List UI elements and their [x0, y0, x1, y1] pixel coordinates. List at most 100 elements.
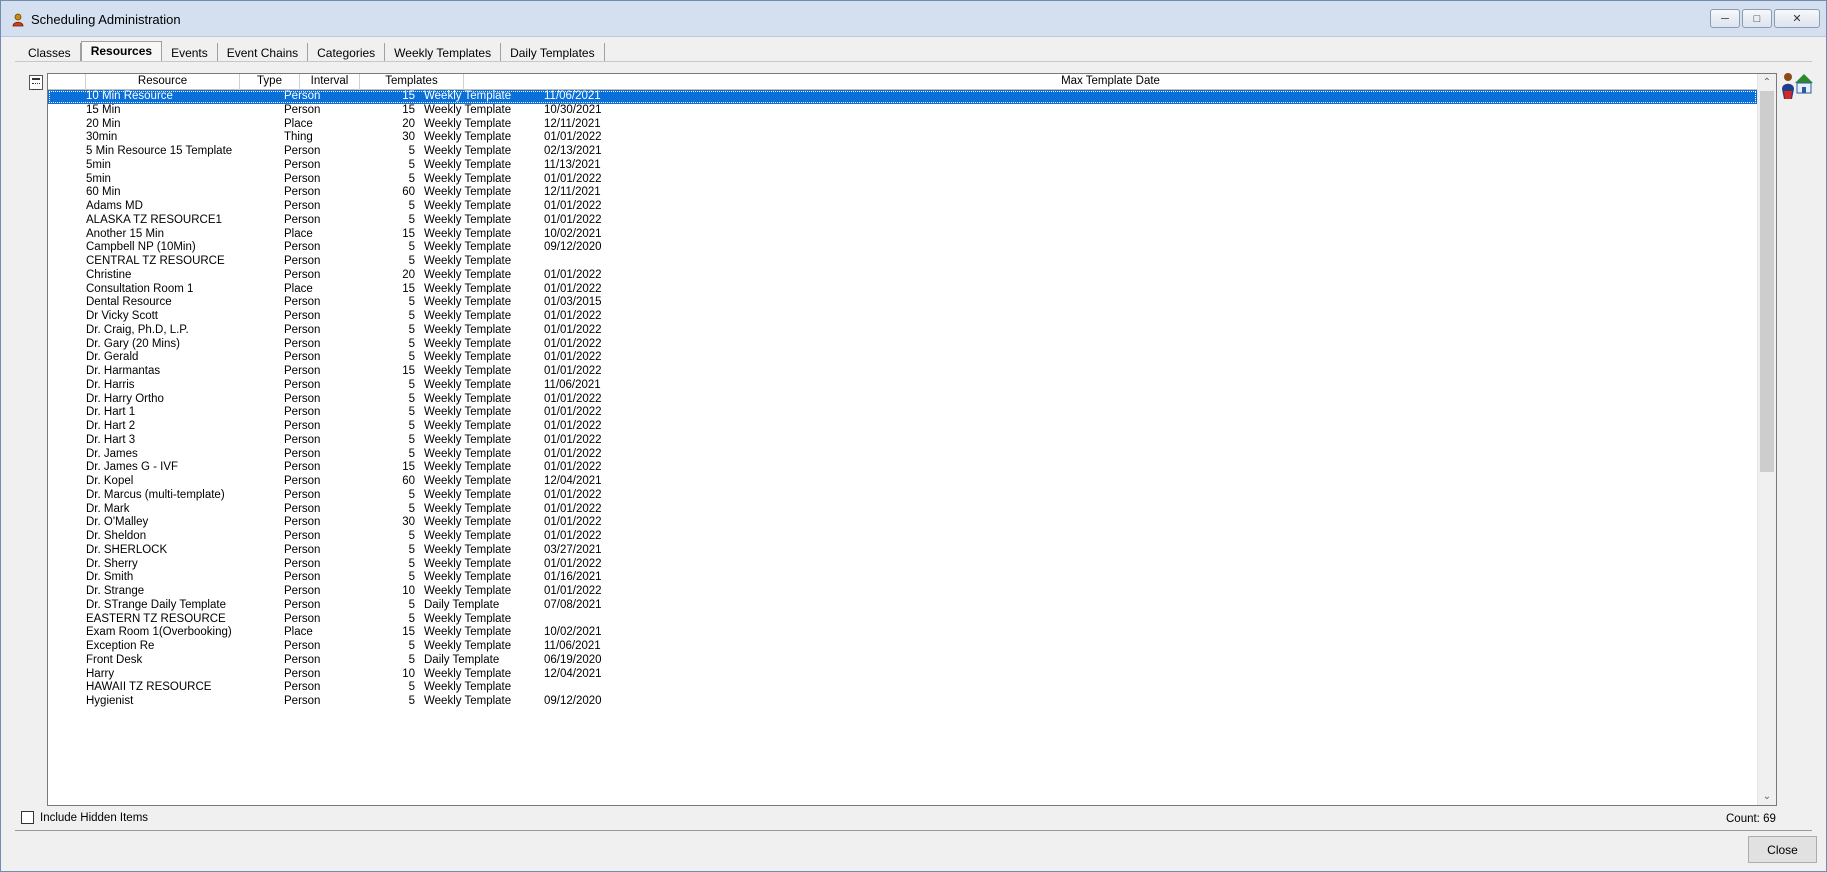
cell-type: Person [284, 488, 321, 501]
cell-max-template-date: 01/01/2022 [544, 488, 602, 501]
cell-interval: 5 [408, 255, 415, 267]
table-row[interactable]: Dr. Hart 1 Person 5 Weekly Template 01/01/20… [48, 406, 1757, 420]
cell-resource: Dr. Sherry [86, 557, 138, 570]
tab-weekly-templates[interactable]: Weekly Templates [385, 43, 502, 62]
table-row[interactable]: 30min Thing 30 Weekly Template 01/01/2022 [48, 131, 1757, 145]
table-row[interactable]: Exam Room 1(Overbooking) Place 15 Weekly Te… [48, 626, 1757, 640]
cell-max-template-date: 01/01/2022 [544, 516, 602, 529]
cell-resource: 5min [86, 158, 111, 171]
column-header-type[interactable]: Type [240, 74, 300, 90]
table-row[interactable]: Dr. Marcus (multi-template) Person 5 Weekly… [48, 489, 1757, 503]
cell-type: Person [284, 200, 321, 212]
cell-interval: 5 [408, 406, 415, 419]
scroll-down-icon[interactable]: ⌄ [1758, 788, 1776, 805]
column-header-interval[interactable]: Interval [300, 74, 360, 90]
table-row[interactable]: Adams MD Person 5 Weekly Template 01/01/2022 [48, 200, 1757, 214]
table-row[interactable]: Dr. Gerald Person 5 Weekly Template 01/01/20… [48, 351, 1757, 365]
cell-type: Person [284, 323, 321, 336]
cell-max-template-date: 01/01/2022 [544, 433, 602, 446]
tab-events[interactable]: Events [162, 43, 218, 62]
table-row[interactable]: Exception Re Person 5 Weekly Template 11/06/… [48, 640, 1757, 654]
table-row[interactable]: HAWAII TZ RESOURCE Person 5 Weekly Template [48, 681, 1757, 695]
cell-max-template-date: 01/01/2022 [544, 213, 602, 226]
column-header-templates[interactable]: Templates [360, 74, 464, 90]
table-row[interactable]: CENTRAL TZ RESOURCE Person 5 Weekly Templat… [48, 255, 1757, 269]
cell-type: Person [284, 378, 321, 391]
close-window-button[interactable]: ✕ [1774, 9, 1820, 28]
table-row[interactable]: Dr. Hart 3 Person 5 Weekly Template 01/01/20… [48, 434, 1757, 448]
cell-resource: Dr. James G - IVF [86, 461, 179, 474]
table-row[interactable]: 60 Min Person 60 Weekly Template 12/11/2021 [48, 186, 1757, 200]
cell-type: Person [284, 145, 321, 157]
cell-resource: HAWAII TZ RESOURCE [86, 681, 212, 694]
cell-type: Person [284, 365, 321, 377]
table-row[interactable]: 20 Min Place 20 Weekly Template 12/11/2021 [48, 118, 1757, 132]
table-row[interactable]: Dr. Harry Ortho Person 5 Weekly Template 01/… [48, 393, 1757, 407]
table-row[interactable]: Front Desk Person 5 Daily Template 06/19/202… [48, 654, 1757, 668]
cell-type: Person [284, 90, 321, 102]
table-row[interactable]: Dr. Smith Person 5 Weekly Template 01/16/202… [48, 571, 1757, 585]
table-row[interactable]: Dr. Kopel Person 60 Weekly Template 12/04/20… [48, 475, 1757, 489]
table-row[interactable]: Dr. O'Malley Person 30 Weekly Template 01/01… [48, 516, 1757, 530]
table-row[interactable]: 5 Min Resource 15 Template Person 5 Weekly … [48, 145, 1757, 159]
table-row[interactable]: Dr. Strange Person 10 Weekly Template 01/01/… [48, 585, 1757, 599]
table-row[interactable]: Dr. STrange Daily Template Person 5 Daily T… [48, 599, 1757, 613]
table-row[interactable]: 15 Min Person 15 Weekly Template 10/30/2021 [48, 104, 1757, 118]
scroll-thumb[interactable] [1760, 91, 1774, 472]
cell-resource: 5min [86, 172, 111, 185]
table-row[interactable]: 5min Person 5 Weekly Template 01/01/2022 [48, 173, 1757, 187]
list-settings-icon[interactable] [29, 75, 43, 90]
table-row[interactable]: Dr. James G - IVF Person 15 Weekly Template… [48, 461, 1757, 475]
table-row[interactable]: Dr. Sherry Person 5 Weekly Template 01/01/20… [48, 558, 1757, 572]
minimize-button[interactable]: ─ [1710, 9, 1740, 28]
table-row[interactable]: 5min Person 5 Weekly Template 11/13/2021 [48, 159, 1757, 173]
table-row[interactable]: Campbell NP (10Min) Person 5 Weekly Templat… [48, 241, 1757, 255]
table-row[interactable]: Christine Person 20 Weekly Template 01/01/20… [48, 269, 1757, 283]
cell-interval: 60 [402, 475, 415, 487]
table-row[interactable]: Dr. Gary (20 Mins) Person 5 Weekly Template… [48, 338, 1757, 352]
column-header-max-template-date[interactable]: Max Template Date [464, 74, 1757, 90]
cell-max-template-date: 01/01/2022 [544, 351, 602, 364]
table-row[interactable]: Dr. James Person 5 Weekly Template 01/01/202… [48, 448, 1757, 462]
cell-resource: ALASKA TZ RESOURCE1 [86, 213, 222, 226]
tab-resources[interactable]: Resources [80, 41, 163, 62]
table-row[interactable]: Hygienist Person 5 Weekly Template 09/12/202… [48, 695, 1757, 709]
tab-daily-templates[interactable]: Daily Templates [501, 43, 605, 62]
cell-resource: Campbell NP (10Min) [86, 241, 196, 254]
table-row[interactable]: Consultation Room 1 Place 15 Weekly Templat… [48, 283, 1757, 297]
tab-event-chains[interactable]: Event Chains [218, 43, 309, 62]
vertical-scrollbar[interactable]: ⌃ ⌄ [1757, 74, 1776, 805]
table-row[interactable]: Dr. Harris Person 5 Weekly Template 11/06/20… [48, 379, 1757, 393]
tab-categories[interactable]: Categories [308, 43, 386, 62]
cell-max-template-date: 12/11/2021 [544, 117, 601, 130]
table-row[interactable]: Dr. Craig, Ph.D, L.P. Person 5 Weekly Templ… [48, 324, 1757, 338]
cell-interval: 5 [408, 433, 415, 446]
column-header-resource[interactable]: Resource [86, 74, 240, 90]
table-row[interactable]: Harry Person 10 Weekly Template 12/04/2021 [48, 668, 1757, 682]
include-hidden-items[interactable]: Include Hidden Items [21, 811, 148, 824]
table-row[interactable]: Dr. Sheldon Person 5 Weekly Template 01/01/2… [48, 530, 1757, 544]
cell-interval: 5 [408, 392, 415, 405]
table-row[interactable]: Dr. Harmantas Person 15 Weekly Template 01/0… [48, 365, 1757, 379]
table-row[interactable]: Dr. Hart 2 Person 5 Weekly Template 01/01/20… [48, 420, 1757, 434]
resources-grid[interactable]: Resource Type Interval Templates Max Tem… [47, 73, 1777, 806]
person-home-icon[interactable] [1779, 69, 1813, 103]
table-row[interactable]: Dental Resource Person 5 Weekly Template 01/… [48, 296, 1757, 310]
scheduling-admin-window: Scheduling Administration ─ □ ✕ Classes … [0, 0, 1827, 872]
title-bar[interactable]: Scheduling Administration ─ □ ✕ [1, 1, 1826, 37]
table-row[interactable]: Another 15 Min Place 15 Weekly Template 10/0… [48, 228, 1757, 242]
tab-classes[interactable]: Classes [19, 43, 81, 62]
cell-resource: CENTRAL TZ RESOURCE [86, 255, 225, 267]
table-row[interactable]: ALASKA TZ RESOURCE1 Person 5 Weekly Templat… [48, 214, 1757, 228]
include-hidden-checkbox[interactable] [21, 811, 34, 824]
maximize-button[interactable]: □ [1742, 9, 1772, 28]
table-row[interactable]: 10 Min Resource Person 15 Weekly Template 11… [48, 90, 1757, 104]
cell-type: Person [284, 461, 321, 474]
table-row[interactable]: Dr. SHERLOCK Person 5 Weekly Template 03/27/… [48, 544, 1757, 558]
scroll-up-icon[interactable]: ⌃ [1758, 74, 1776, 91]
table-row[interactable]: Dr Vicky Scott Person 5 Weekly Template 01/0… [48, 310, 1757, 324]
table-row[interactable]: EASTERN TZ RESOURCE Person 5 Weekly Templat… [48, 613, 1757, 627]
table-row[interactable]: Dr. Mark Person 5 Weekly Template 01/01/2022 [48, 503, 1757, 517]
cell-interval: 15 [402, 103, 415, 116]
close-button[interactable]: Close [1748, 836, 1817, 863]
